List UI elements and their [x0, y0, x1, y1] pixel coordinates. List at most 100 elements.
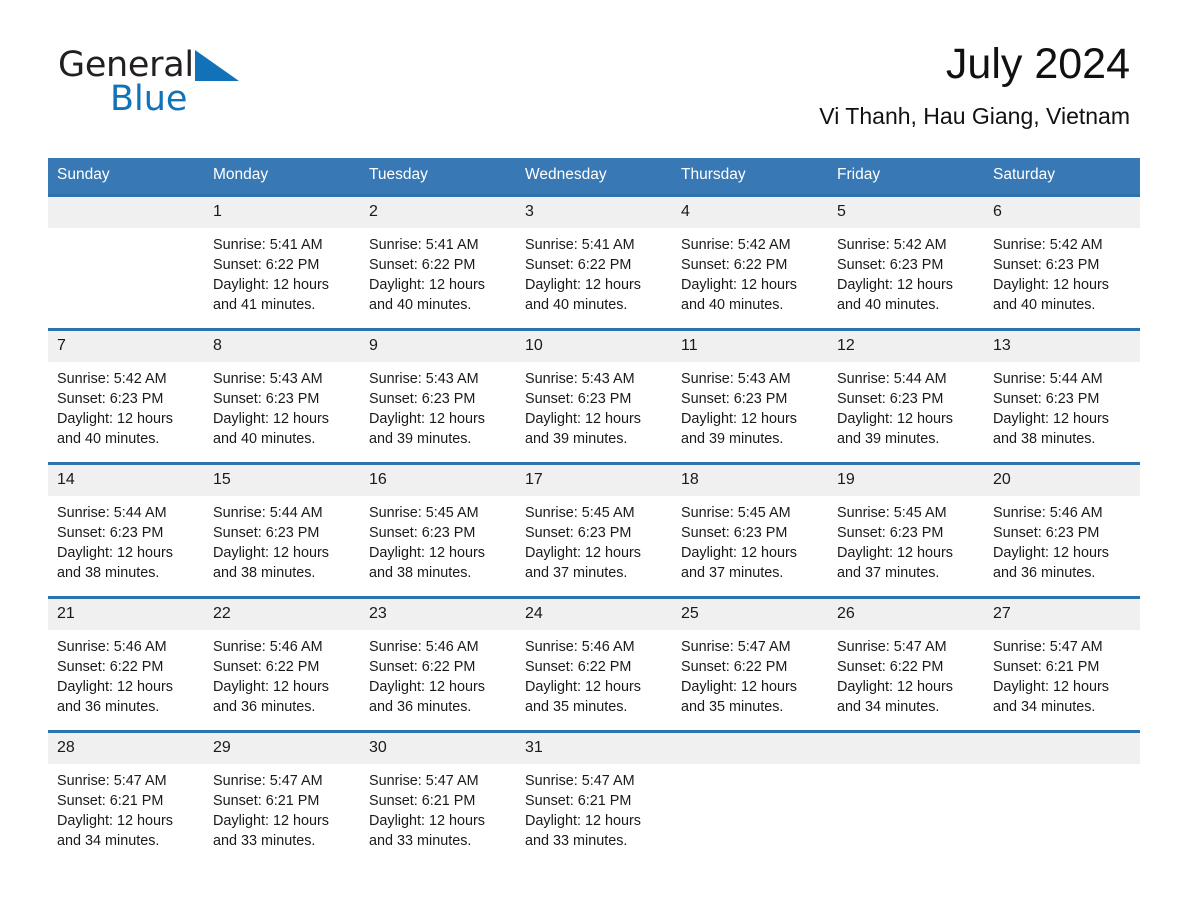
calendar-week-row: 1 Sunrise: 5:41 AM Sunset: 6:22 PM Daylight… — [48, 193, 1140, 330]
logo-triangle-icon — [194, 50, 239, 81]
daylight-text-line1: Daylight: 12 hours — [369, 545, 485, 562]
daylight-text-line2: and 38 minutes. — [57, 565, 160, 582]
calendar-day-cell[interactable]: 20 Sunrise: 5:46 AM Sunset: 6:23 PM Dayligh… — [984, 461, 1140, 598]
sunrise-text: Sunrise: 5:47 AM — [57, 772, 167, 789]
sunset-text: Sunset: 6:23 PM — [681, 524, 788, 541]
sunset-text: Sunset: 6:22 PM — [369, 658, 476, 675]
daylight-text-line2: and 40 minutes. — [837, 297, 940, 314]
daylight-text-line1: Daylight: 12 hours — [369, 813, 485, 830]
calendar-day-cell[interactable]: 10 Sunrise: 5:43 AM Sunset: 6:23 PM Dayligh… — [516, 327, 672, 464]
day-details: Sunrise: 5:45 AM Sunset: 6:23 PM Daylight:… — [828, 496, 984, 584]
calendar-day-cell[interactable]: 12 Sunrise: 5:44 AM Sunset: 6:23 PM Dayligh… — [828, 327, 984, 464]
daylight-text-line2: and 35 minutes. — [525, 699, 628, 716]
daylight-text-line2: and 38 minutes. — [993, 431, 1096, 448]
day-number: 26 — [828, 598, 984, 630]
daylight-text-line2: and 34 minutes. — [993, 699, 1096, 716]
sunrise-text: Sunrise: 5:41 AM — [369, 236, 479, 253]
calendar-day-cell[interactable]: 6 Sunrise: 5:42 AM Sunset: 6:23 PM Daylight… — [984, 193, 1140, 330]
daylight-text-line1: Daylight: 12 hours — [681, 411, 797, 428]
weekday-header-monday: Monday — [204, 158, 360, 196]
daylight-text-line2: and 37 minutes. — [525, 565, 628, 582]
general-blue-logo[interactable]: General Blue — [58, 48, 318, 128]
calendar-day-cell[interactable]: 5 Sunrise: 5:42 AM Sunset: 6:23 PM Daylight… — [828, 193, 984, 330]
calendar-day-cell[interactable]: 18 Sunrise: 5:45 AM Sunset: 6:23 PM Dayligh… — [672, 461, 828, 598]
day-number: 29 — [204, 732, 360, 764]
daylight-text-line2: and 41 minutes. — [213, 297, 316, 314]
calendar-day-cell[interactable]: 7 Sunrise: 5:42 AM Sunset: 6:23 PM Daylight… — [48, 327, 204, 464]
daylight-text-line1: Daylight: 12 hours — [525, 545, 641, 562]
daylight-text-line1: Daylight: 12 hours — [525, 679, 641, 696]
day-details: Sunrise: 5:47 AM Sunset: 6:21 PM Daylight:… — [984, 630, 1140, 718]
day-number: 13 — [984, 330, 1140, 362]
day-details: Sunrise: 5:41 AM Sunset: 6:22 PM Daylight:… — [516, 228, 672, 316]
calendar-day-cell[interactable]: 17 Sunrise: 5:45 AM Sunset: 6:23 PM Dayligh… — [516, 461, 672, 598]
day-number: 23 — [360, 598, 516, 630]
calendar-day-cell[interactable]: 3 Sunrise: 5:41 AM Sunset: 6:22 PM Daylight… — [516, 193, 672, 330]
page-header: General Blue July 2024 Vi Thanh, Hau Gia… — [48, 0, 1140, 158]
weekday-header-thursday: Thursday — [672, 158, 828, 196]
title-block: July 2024 Vi Thanh, Hau Giang, Vietnam — [819, 40, 1130, 131]
calendar-day-cell[interactable]: 26 Sunrise: 5:47 AM Sunset: 6:22 PM Dayligh… — [828, 595, 984, 732]
day-number: 28 — [48, 732, 204, 764]
day-details: Sunrise: 5:44 AM Sunset: 6:23 PM Daylight:… — [204, 496, 360, 584]
sunrise-text: Sunrise: 5:47 AM — [837, 638, 947, 655]
day-details: Sunrise: 5:45 AM Sunset: 6:23 PM Daylight:… — [360, 496, 516, 584]
day-number: 31 — [516, 732, 672, 764]
day-details: Sunrise: 5:46 AM Sunset: 6:22 PM Daylight:… — [360, 630, 516, 718]
daylight-text-line1: Daylight: 12 hours — [213, 277, 329, 294]
day-details: Sunrise: 5:47 AM Sunset: 6:21 PM Daylight:… — [48, 764, 204, 852]
day-details: Sunrise: 5:42 AM Sunset: 6:23 PM Daylight:… — [984, 228, 1140, 316]
daylight-text-line2: and 39 minutes. — [369, 431, 472, 448]
calendar-day-cell[interactable]: 24 Sunrise: 5:46 AM Sunset: 6:22 PM Dayligh… — [516, 595, 672, 732]
calendar-day-cell[interactable]: 21 Sunrise: 5:46 AM Sunset: 6:22 PM Dayligh… — [48, 595, 204, 732]
calendar-day-cell[interactable]: 15 Sunrise: 5:44 AM Sunset: 6:23 PM Dayligh… — [204, 461, 360, 598]
sunset-text: Sunset: 6:23 PM — [525, 524, 632, 541]
daylight-text-line2: and 40 minutes. — [993, 297, 1096, 314]
sunrise-text: Sunrise: 5:46 AM — [525, 638, 635, 655]
day-number: 12 — [828, 330, 984, 362]
day-details: Sunrise: 5:45 AM Sunset: 6:23 PM Daylight:… — [516, 496, 672, 584]
day-details: Sunrise: 5:46 AM Sunset: 6:23 PM Daylight:… — [984, 496, 1140, 584]
calendar-day-cell[interactable]: 2 Sunrise: 5:41 AM Sunset: 6:22 PM Daylight… — [360, 193, 516, 330]
calendar-day-cell[interactable]: 23 Sunrise: 5:46 AM Sunset: 6:22 PM Dayligh… — [360, 595, 516, 732]
sunset-text: Sunset: 6:23 PM — [837, 390, 944, 407]
calendar-day-cell[interactable]: 25 Sunrise: 5:47 AM Sunset: 6:22 PM Dayligh… — [672, 595, 828, 732]
daylight-text-line2: and 39 minutes. — [681, 431, 784, 448]
calendar-day-cell[interactable]: 14 Sunrise: 5:44 AM Sunset: 6:23 PM Dayligh… — [48, 461, 204, 598]
calendar-day-cell[interactable]: 22 Sunrise: 5:46 AM Sunset: 6:22 PM Dayligh… — [204, 595, 360, 732]
daylight-text-line2: and 33 minutes. — [213, 833, 316, 850]
calendar-day-cell[interactable]: 30 Sunrise: 5:47 AM Sunset: 6:21 PM Dayligh… — [360, 729, 516, 864]
daylight-text-line1: Daylight: 12 hours — [837, 411, 953, 428]
sunrise-text: Sunrise: 5:47 AM — [525, 772, 635, 789]
calendar-day-cell-empty — [48, 193, 204, 330]
daylight-text-line1: Daylight: 12 hours — [57, 411, 173, 428]
calendar-day-cell[interactable]: 28 Sunrise: 5:47 AM Sunset: 6:21 PM Dayligh… — [48, 729, 204, 864]
day-number: 3 — [516, 196, 672, 228]
day-number: 11 — [672, 330, 828, 362]
sunset-text: Sunset: 6:23 PM — [681, 390, 788, 407]
calendar-day-cell[interactable]: 31 Sunrise: 5:47 AM Sunset: 6:21 PM Dayligh… — [516, 729, 672, 864]
daylight-text-line2: and 40 minutes. — [681, 297, 784, 314]
calendar-day-cell[interactable]: 16 Sunrise: 5:45 AM Sunset: 6:23 PM Dayligh… — [360, 461, 516, 598]
calendar-day-cell-empty — [672, 729, 828, 864]
sunrise-text: Sunrise: 5:44 AM — [993, 370, 1103, 387]
sunset-text: Sunset: 6:21 PM — [993, 658, 1100, 675]
day-number: 27 — [984, 598, 1140, 630]
sunrise-text: Sunrise: 5:41 AM — [213, 236, 323, 253]
calendar-day-cell[interactable]: 8 Sunrise: 5:43 AM Sunset: 6:23 PM Daylight… — [204, 327, 360, 464]
calendar-day-cell[interactable]: 19 Sunrise: 5:45 AM Sunset: 6:23 PM Dayligh… — [828, 461, 984, 598]
sunset-text: Sunset: 6:23 PM — [57, 524, 164, 541]
day-number: 4 — [672, 196, 828, 228]
calendar-day-cell[interactable]: 13 Sunrise: 5:44 AM Sunset: 6:23 PM Dayligh… — [984, 327, 1140, 464]
daylight-text-line2: and 37 minutes. — [681, 565, 784, 582]
calendar-day-cell[interactable]: 9 Sunrise: 5:43 AM Sunset: 6:23 PM Daylight… — [360, 327, 516, 464]
calendar-day-cell[interactable]: 1 Sunrise: 5:41 AM Sunset: 6:22 PM Daylight… — [204, 193, 360, 330]
calendar-day-cell[interactable]: 29 Sunrise: 5:47 AM Sunset: 6:21 PM Dayligh… — [204, 729, 360, 864]
sunrise-text: Sunrise: 5:45 AM — [525, 504, 635, 521]
calendar-day-cell[interactable]: 27 Sunrise: 5:47 AM Sunset: 6:21 PM Dayligh… — [984, 595, 1140, 732]
calendar-day-cell[interactable]: 11 Sunrise: 5:43 AM Sunset: 6:23 PM Dayligh… — [672, 327, 828, 464]
calendar-day-cell[interactable]: 4 Sunrise: 5:42 AM Sunset: 6:22 PM Daylight… — [672, 193, 828, 330]
day-details: Sunrise: 5:47 AM Sunset: 6:21 PM Daylight:… — [204, 764, 360, 852]
sunset-text: Sunset: 6:23 PM — [213, 524, 320, 541]
calendar-week-row: 28 Sunrise: 5:47 AM Sunset: 6:21 PM Dayligh… — [48, 729, 1140, 864]
